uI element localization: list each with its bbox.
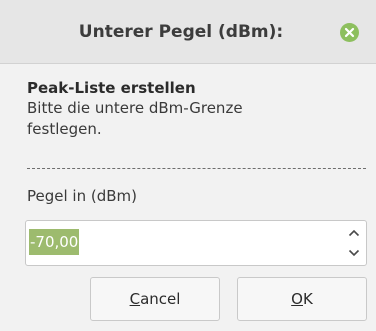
close-icon <box>344 27 355 38</box>
message-description: Bitte die untere dBm-Grenze festlegen. <box>27 99 243 138</box>
chevron-down-icon <box>348 249 360 257</box>
message-heading: Peak-Liste erstellen <box>27 79 196 97</box>
level-spinbox[interactable]: -70,00 <box>25 220 367 266</box>
close-button[interactable] <box>340 23 359 42</box>
decrement-button[interactable] <box>344 244 364 262</box>
level-input-value[interactable]: -70,00 <box>29 229 80 255</box>
cancel-button-label: Cancel <box>129 290 181 308</box>
dashed-separator <box>27 168 366 169</box>
increment-button[interactable] <box>344 224 364 242</box>
message-area: Peak-Liste erstellen Bitte die untere dB… <box>27 78 367 140</box>
ok-button[interactable]: OK <box>237 277 367 321</box>
dialog-title: Unterer Pegel (dBm): <box>78 22 284 42</box>
chevron-up-icon <box>348 229 360 237</box>
level-field-label: Pegel in (dBm) <box>27 187 137 205</box>
ok-button-label: OK <box>291 290 313 308</box>
dialog-window: Unterer Pegel (dBm): Peak-Liste erstelle… <box>0 0 376 331</box>
title-bar[interactable]: Unterer Pegel (dBm): <box>0 0 376 64</box>
cancel-button[interactable]: Cancel <box>90 277 220 321</box>
